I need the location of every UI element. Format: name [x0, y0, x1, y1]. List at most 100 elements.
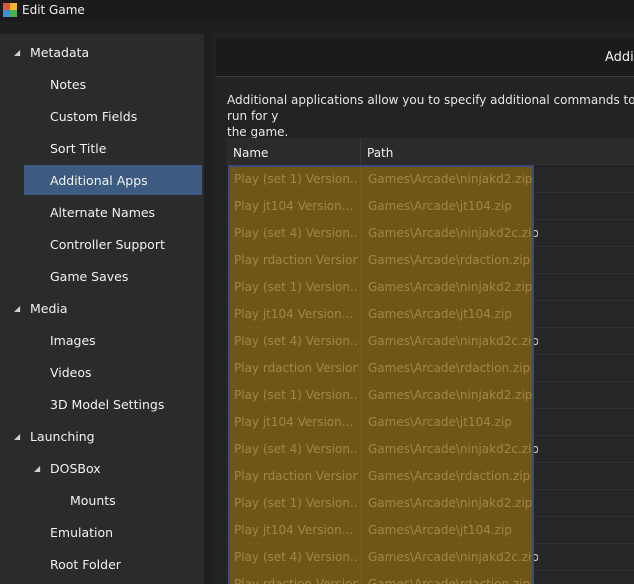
sidebar-item-label: Sort Title	[50, 140, 107, 156]
table-row[interactable]: Play rdaction Version... Games\Arcade\rda…	[226, 247, 634, 274]
app-logo-icon	[3, 3, 17, 17]
window-title: Edit Game	[22, 3, 85, 17]
table-row[interactable]: Play (set 4) Version... Games\Arcade\ninj…	[226, 328, 634, 355]
sidebar-item-label: Launching	[30, 428, 95, 444]
sidebar-item-label: Metadata	[30, 44, 90, 60]
expand-arrow-icon[interactable]: ◢	[34, 464, 40, 473]
cell-name: Play (set 1) Version...	[234, 280, 358, 294]
sidebar-item-label: Mounts	[70, 492, 116, 508]
cell-name: Play jt104 Version...	[234, 523, 354, 537]
cell-path: Games\Arcade\ninjakd2c.zip	[368, 226, 538, 240]
cell-name: Play (set 1) Version...	[234, 496, 358, 510]
cell-name: Play jt104 Version...	[234, 415, 354, 429]
grid-header: Name Path	[226, 138, 634, 167]
cell-name: Play rdaction Version...	[234, 469, 358, 483]
sidebar-item-3d-model-settings[interactable]: 3D Model Settings	[0, 389, 204, 419]
sidebar-item-label: Custom Fields	[50, 108, 138, 124]
table-row[interactable]: Play jt104 Version... Games\Arcade\jt104.…	[226, 409, 634, 436]
cell-path: Games\Arcade\rdaction.zip	[368, 253, 531, 267]
cell-name: Play (set 4) Version...	[234, 334, 358, 348]
cell-path: Games\Arcade\ninjakd2.zip	[368, 388, 533, 402]
sidebar-item-custom-fields[interactable]: Custom Fields	[0, 101, 204, 131]
sidebar-item-root-folder[interactable]: Root Folder	[0, 549, 204, 579]
sidebar-item-launching[interactable]: ◢ Launching	[0, 421, 204, 451]
table-row[interactable]: Play (set 1) Version... Games\Arcade\ninj…	[226, 274, 634, 301]
cell-path: Games\Arcade\ninjakd2c.zip	[368, 442, 538, 456]
cell-name: Play rdaction Version...	[234, 253, 358, 267]
additional-apps-grid[interactable]: Name Path Play (set 1) Version... Games\A…	[226, 138, 634, 584]
expand-arrow-icon[interactable]: ◢	[14, 48, 20, 57]
sidebar-item-controller-support[interactable]: Controller Support	[0, 229, 204, 259]
cell-path: Games\Arcade\rdaction.zip	[368, 577, 531, 584]
title-bar: Edit Game	[0, 0, 634, 22]
column-header-path[interactable]: Path	[367, 146, 393, 160]
sidebar-item-label: Videos	[50, 364, 92, 380]
cell-path: Games\Arcade\jt104.zip	[368, 523, 512, 537]
sidebar-item-label: Game Saves	[50, 268, 129, 284]
cell-name: Play (set 4) Version...	[234, 442, 358, 456]
sidebar-item-label: 3D Model Settings	[50, 396, 165, 412]
sidebar-item-label: Alternate Names	[50, 204, 156, 220]
cell-path: Games\Arcade\ninjakd2.zip	[368, 172, 533, 186]
sidebar-item-metadata[interactable]: ◢ Metadata	[0, 37, 204, 67]
sidebar-item-label: DOSBox	[50, 460, 101, 476]
table-row[interactable]: Play (set 4) Version... Games\Arcade\ninj…	[226, 220, 634, 247]
sidebar-item-images[interactable]: Images	[0, 325, 204, 355]
panel-description: Additional applications allow you to spe…	[227, 93, 634, 139]
cell-name: Play (set 1) Version...	[234, 388, 358, 402]
cell-name: Play jt104 Version...	[234, 199, 354, 213]
cell-path: Games\Arcade\ninjakd2c.zip	[368, 550, 538, 564]
table-row[interactable]: Play (set 1) Version... Games\Arcade\ninj…	[226, 382, 634, 409]
sidebar-item-label: Notes	[50, 76, 87, 92]
table-row[interactable]: Play (set 1) Version... Games\Arcade\ninj…	[226, 490, 634, 517]
cell-name: Play (set 1) Version...	[234, 172, 358, 186]
grid-rows: Play (set 1) Version... Games\Arcade\ninj…	[226, 166, 634, 584]
cell-path: Games\Arcade\ninjakd2c.zip	[368, 334, 538, 348]
sidebar-item-mounts[interactable]: Mounts	[0, 485, 204, 515]
cell-name: Play (set 4) Version...	[234, 550, 358, 564]
cell-name: Play (set 4) Version...	[234, 226, 358, 240]
sidebar-item-videos[interactable]: Videos	[0, 357, 204, 387]
sidebar-item-dosbox[interactable]: ◢ DOSBox	[0, 453, 204, 483]
sidebar-tree: ◢ Metadata Notes Custom Fields Sort Title Add…	[0, 34, 204, 584]
sidebar-item-label: Media	[30, 300, 68, 316]
cell-path: Games\Arcade\rdaction.zip	[368, 469, 531, 483]
cell-path: Games\Arcade\ninjakd2.zip	[368, 280, 533, 294]
sidebar-item-label: Images	[50, 332, 96, 348]
table-row[interactable]: Play jt104 Version... Games\Arcade\jt104.…	[226, 193, 634, 220]
table-row[interactable]: Play jt104 Version... Games\Arcade\jt104.…	[226, 517, 634, 544]
additional-apps-panel: Additi Additional applications allow you…	[212, 34, 634, 584]
splitter[interactable]	[204, 34, 212, 584]
sidebar-item-label: Emulation	[50, 524, 114, 540]
sidebar-item-media[interactable]: ◢ Media	[0, 293, 204, 323]
cell-path: Games\Arcade\jt104.zip	[368, 415, 512, 429]
panel-title: Additi	[605, 50, 634, 65]
sidebar-item-game-saves[interactable]: Game Saves	[0, 261, 204, 291]
column-header-name[interactable]: Name	[233, 146, 268, 160]
sidebar-item-label: Additional Apps	[50, 172, 148, 188]
panel-header: Additi	[216, 38, 634, 77]
sidebar-item-sort-title[interactable]: Sort Title	[0, 133, 204, 163]
sidebar-item-label: Controller Support	[50, 236, 165, 252]
sidebar-item-alternate-names[interactable]: Alternate Names	[0, 197, 204, 227]
cell-path: Games\Arcade\ninjakd2.zip	[368, 496, 533, 510]
expand-arrow-icon[interactable]: ◢	[14, 304, 20, 313]
table-row[interactable]: Play (set 1) Version... Games\Arcade\ninj…	[226, 166, 634, 193]
cell-name: Play rdaction Version...	[234, 361, 358, 375]
sidebar-item-emulation[interactable]: Emulation	[0, 517, 204, 547]
table-row[interactable]: Play rdaction Version... Games\Arcade\rda…	[226, 571, 634, 584]
table-row[interactable]: Play (set 4) Version... Games\Arcade\ninj…	[226, 544, 634, 571]
sidebar-item-label: Root Folder	[50, 556, 121, 572]
sidebar-item-additional-apps[interactable]: Additional Apps	[24, 165, 202, 195]
cell-name: Play rdaction Version...	[234, 577, 358, 584]
table-row[interactable]: Play rdaction Version... Games\Arcade\rda…	[226, 463, 634, 490]
cell-path: Games\Arcade\rdaction.zip	[368, 361, 531, 375]
cell-name: Play jt104 Version...	[234, 307, 354, 321]
table-row[interactable]: Play jt104 Version... Games\Arcade\jt104.…	[226, 301, 634, 328]
table-row[interactable]: Play rdaction Version... Games\Arcade\rda…	[226, 355, 634, 382]
sidebar-item-notes[interactable]: Notes	[0, 69, 204, 99]
cell-path: Games\Arcade\jt104.zip	[368, 199, 512, 213]
expand-arrow-icon[interactable]: ◢	[14, 432, 20, 441]
table-row[interactable]: Play (set 4) Version... Games\Arcade\ninj…	[226, 436, 634, 463]
cell-path: Games\Arcade\jt104.zip	[368, 307, 512, 321]
